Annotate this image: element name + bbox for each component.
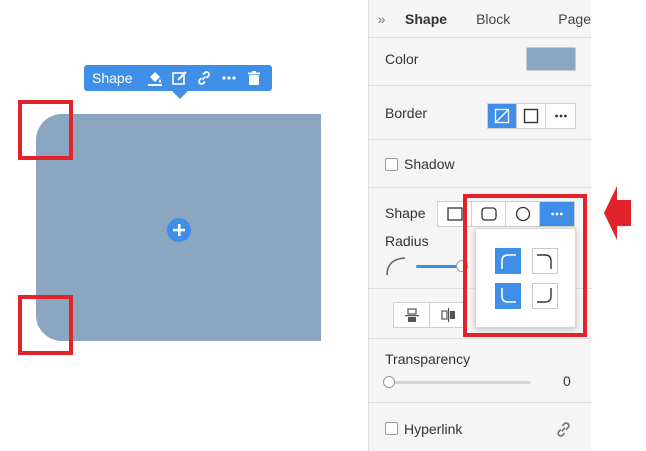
toolbar-shape-label: Shape xyxy=(92,70,133,86)
color-swatch[interactable] xyxy=(526,47,576,71)
panel-tabs: » Shape Block Page xyxy=(369,0,591,38)
fill-bucket-icon[interactable] xyxy=(142,65,167,91)
no-border-icon xyxy=(494,108,510,124)
border-style-group xyxy=(487,103,576,129)
radius-label: Radius xyxy=(385,233,429,249)
edit-icon[interactable] xyxy=(167,65,192,91)
plus-icon xyxy=(173,224,185,236)
shadow-label: Shadow xyxy=(404,156,455,172)
align-group xyxy=(393,302,467,328)
border-more-button[interactable] xyxy=(546,104,575,128)
link-icon[interactable] xyxy=(192,65,217,91)
align-horizontal-button[interactable] xyxy=(430,303,466,327)
hyperlink-icon[interactable] xyxy=(555,421,572,438)
align-vertical-button[interactable] xyxy=(394,303,430,327)
trash-icon[interactable] xyxy=(241,65,266,91)
hyperlink-checkbox[interactable] xyxy=(385,422,398,435)
shape-context-toolbar: Shape xyxy=(84,65,272,99)
border-label: Border xyxy=(385,105,428,121)
corner-radius-icon xyxy=(386,257,406,276)
rectangle-icon xyxy=(446,207,463,221)
transparency-slider-track[interactable] xyxy=(386,381,531,384)
tab-shape[interactable]: Shape xyxy=(405,11,447,27)
red-arrow-icon xyxy=(604,186,631,240)
no-border-button[interactable] xyxy=(488,104,517,128)
highlight-bottom-left-corner xyxy=(18,295,73,355)
collapse-panel-icon[interactable]: » xyxy=(369,11,394,27)
transparency-row: Transparency 0 xyxy=(369,339,592,403)
highlight-top-left-corner xyxy=(18,100,73,160)
hyperlink-label: Hyperlink xyxy=(404,421,463,437)
shape-label: Shape xyxy=(385,205,426,221)
solid-border-button[interactable] xyxy=(517,104,546,128)
more-options-icon[interactable] xyxy=(217,65,242,91)
transparency-slider-thumb[interactable] xyxy=(383,376,395,388)
tab-block[interactable]: Block xyxy=(476,11,510,27)
shadow-checkbox[interactable] xyxy=(385,158,398,171)
highlight-shape-options xyxy=(463,194,587,337)
align-vertical-icon xyxy=(404,308,419,322)
more-icon xyxy=(554,114,567,118)
square-border-icon xyxy=(523,108,539,124)
transparency-value: 0 xyxy=(563,373,571,389)
add-content-button[interactable] xyxy=(167,218,191,242)
canvas-area: Shape xyxy=(0,0,368,451)
color-label: Color xyxy=(385,51,419,67)
transparency-label: Transparency xyxy=(385,351,471,367)
shadow-row: Shadow xyxy=(369,140,592,188)
align-horizontal-icon xyxy=(441,308,455,322)
tab-page[interactable]: Page xyxy=(558,11,591,27)
